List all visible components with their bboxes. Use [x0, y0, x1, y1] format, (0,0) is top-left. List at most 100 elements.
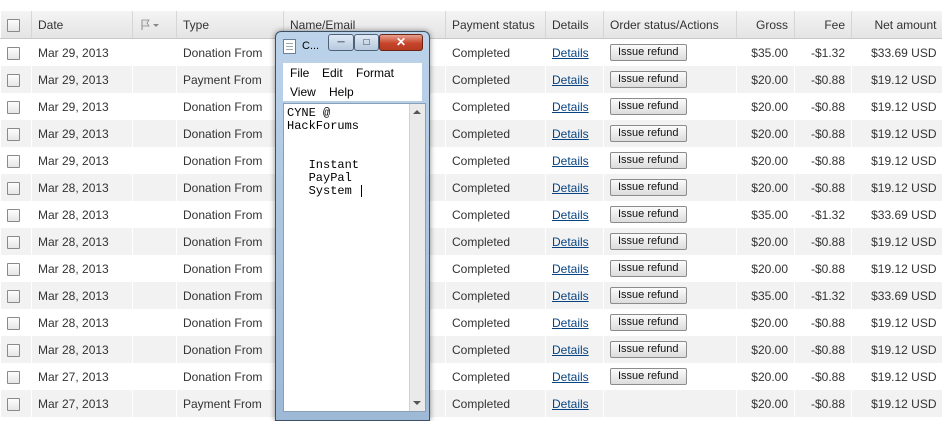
checkbox-icon[interactable] — [7, 19, 20, 32]
checkbox-icon[interactable] — [7, 209, 20, 222]
checkbox-icon[interactable] — [7, 317, 20, 330]
row-select-cell[interactable] — [1, 336, 32, 363]
net-amount-cell: $19.12 USD — [852, 120, 942, 147]
col-flag[interactable] — [133, 11, 177, 39]
scroll-up-icon[interactable] — [413, 110, 421, 114]
issue-refund-button[interactable]: Issue refund — [610, 206, 687, 223]
issue-refund-button[interactable]: Issue refund — [610, 314, 687, 331]
details-link[interactable]: Details — [552, 127, 589, 141]
row-select-cell[interactable] — [1, 66, 32, 93]
checkbox-icon[interactable] — [7, 155, 20, 168]
details-link[interactable]: Details — [552, 73, 589, 87]
row-select-cell[interactable] — [1, 120, 32, 147]
fee-cell: -$1.32 — [795, 39, 852, 67]
checkbox-icon[interactable] — [7, 398, 20, 411]
row-select-cell[interactable] — [1, 228, 32, 255]
gross-cell: $20.00 — [737, 255, 795, 282]
net-amount-cell: $19.12 USD — [852, 147, 942, 174]
checkbox-icon[interactable] — [7, 236, 20, 249]
checkbox-icon[interactable] — [7, 74, 20, 87]
net-amount-cell: $33.69 USD — [852, 282, 942, 309]
type-cell: Donation From — [177, 309, 284, 336]
notepad-titlebar[interactable]: C... ─ □ ✕ — [276, 32, 429, 62]
menu-view[interactable]: View — [290, 85, 316, 99]
menu-edit[interactable]: Edit — [322, 66, 343, 80]
issue-refund-button[interactable]: Issue refund — [610, 341, 687, 358]
minimize-button[interactable]: ─ — [328, 34, 354, 51]
details-link[interactable]: Details — [552, 289, 589, 303]
issue-refund-button[interactable]: Issue refund — [610, 44, 687, 61]
issue-refund-button[interactable]: Issue refund — [610, 179, 687, 196]
col-net[interactable]: Net amount — [852, 11, 942, 39]
issue-refund-button[interactable]: Issue refund — [610, 125, 687, 142]
issue-refund-button[interactable]: Issue refund — [610, 287, 687, 304]
checkbox-icon[interactable] — [7, 263, 20, 276]
notepad-text-area[interactable]: CYNE @ HackForums Instant PayPal System — [283, 103, 426, 412]
checkbox-icon[interactable] — [7, 182, 20, 195]
notepad-vertical-scrollbar[interactable] — [409, 104, 425, 411]
details-link[interactable]: Details — [552, 343, 589, 357]
row-select-cell[interactable] — [1, 282, 32, 309]
notepad-window[interactable]: C... ─ □ ✕ File Edit Format View Help CY… — [275, 31, 430, 421]
details-link[interactable]: Details — [552, 154, 589, 168]
date-cell: Mar 28, 2013 — [32, 336, 133, 363]
menu-file[interactable]: File — [290, 66, 309, 80]
gross-cell: $35.00 — [737, 282, 795, 309]
row-select-cell[interactable] — [1, 390, 32, 417]
checkbox-icon[interactable] — [7, 344, 20, 357]
flag-icon[interactable] — [139, 19, 161, 31]
details-cell: Details — [546, 363, 604, 390]
row-select-cell[interactable] — [1, 93, 32, 120]
menu-help[interactable]: Help — [329, 85, 354, 99]
order-status-cell: Issue refund — [604, 120, 737, 147]
col-gross[interactable]: Gross — [737, 11, 795, 39]
col-details[interactable]: Details — [546, 11, 604, 39]
issue-refund-button[interactable]: Issue refund — [610, 260, 687, 277]
col-type[interactable]: Type — [177, 11, 284, 39]
checkbox-icon[interactable] — [7, 101, 20, 114]
gross-cell: $20.00 — [737, 120, 795, 147]
details-link[interactable]: Details — [552, 100, 589, 114]
details-cell: Details — [546, 282, 604, 309]
checkbox-icon[interactable] — [7, 47, 20, 60]
checkbox-icon[interactable] — [7, 128, 20, 141]
net-amount-cell: $19.12 USD — [852, 363, 942, 390]
details-link[interactable]: Details — [552, 181, 589, 195]
details-link[interactable]: Details — [552, 397, 589, 411]
menu-format[interactable]: Format — [356, 66, 394, 80]
issue-refund-button[interactable]: Issue refund — [610, 71, 687, 88]
issue-refund-button[interactable]: Issue refund — [610, 98, 687, 115]
col-fee[interactable]: Fee — [795, 11, 852, 39]
row-select-cell[interactable] — [1, 363, 32, 390]
details-link[interactable]: Details — [552, 235, 589, 249]
close-button[interactable]: ✕ — [379, 34, 423, 51]
row-select-cell[interactable] — [1, 309, 32, 336]
flag-cell — [133, 390, 177, 417]
checkbox-icon[interactable] — [7, 371, 20, 384]
row-select-cell[interactable] — [1, 255, 32, 282]
row-select-cell[interactable] — [1, 201, 32, 228]
issue-refund-button[interactable]: Issue refund — [610, 152, 687, 169]
row-select-cell[interactable] — [1, 174, 32, 201]
gross-cell: $20.00 — [737, 336, 795, 363]
flag-cell — [133, 93, 177, 120]
maximize-button[interactable]: □ — [354, 34, 379, 51]
col-order-status[interactable]: Order status/Actions — [604, 11, 737, 39]
table-row: Mar 27, 2013Payment FromCompletedDetails… — [1, 390, 942, 417]
details-link[interactable]: Details — [552, 370, 589, 384]
row-select-cell[interactable] — [1, 39, 32, 67]
issue-refund-button[interactable]: Issue refund — [610, 368, 687, 385]
issue-refund-button[interactable]: Issue refund — [610, 233, 687, 250]
details-link[interactable]: Details — [552, 208, 589, 222]
checkbox-icon[interactable] — [7, 290, 20, 303]
col-date[interactable]: Date — [32, 11, 133, 39]
details-link[interactable]: Details — [552, 262, 589, 276]
scroll-down-icon[interactable] — [413, 401, 421, 405]
row-select-cell[interactable] — [1, 147, 32, 174]
details-link[interactable]: Details — [552, 316, 589, 330]
col-payment-status[interactable]: Payment status — [446, 11, 546, 39]
select-all-cell[interactable] — [1, 11, 32, 39]
notepad-text[interactable]: CYNE @ HackForums Instant PayPal System — [287, 107, 409, 198]
net-amount-cell: $19.12 USD — [852, 309, 942, 336]
details-link[interactable]: Details — [552, 46, 589, 60]
